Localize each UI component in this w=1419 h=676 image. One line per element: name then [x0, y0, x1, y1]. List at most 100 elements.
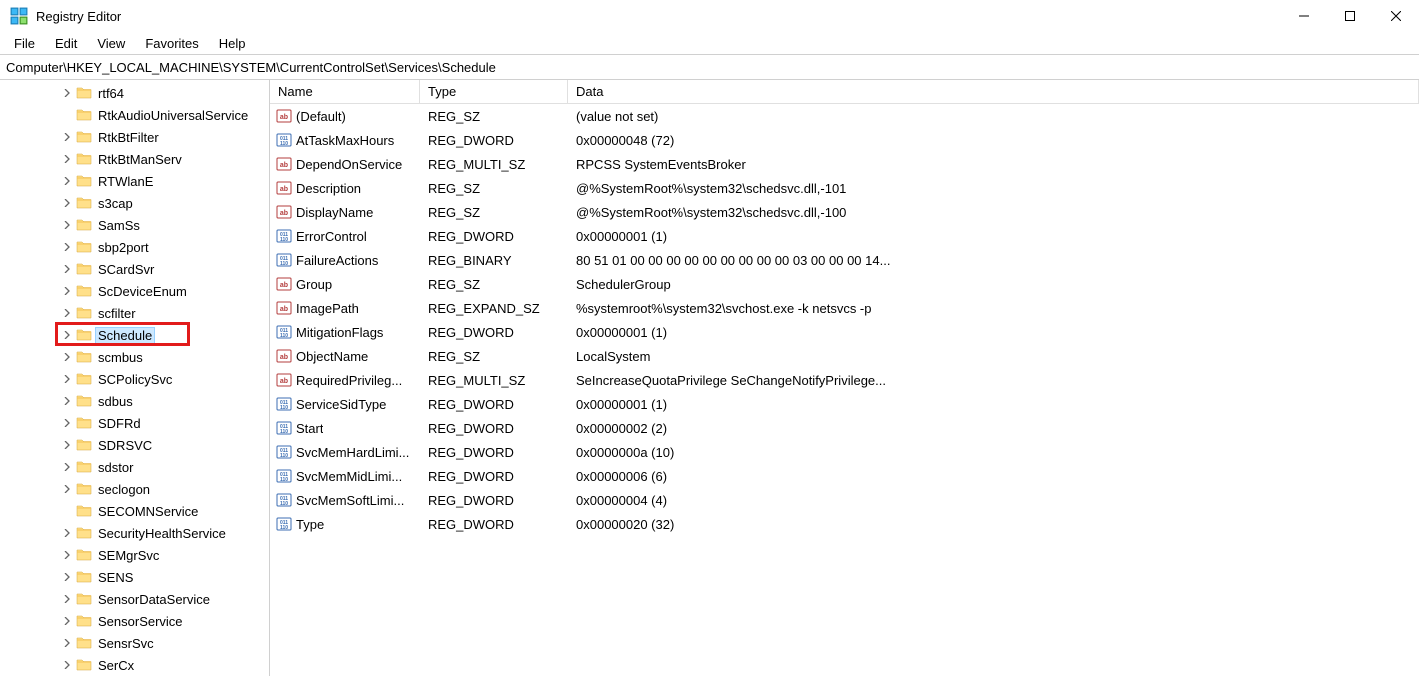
folder-icon — [76, 459, 92, 475]
value-row[interactable]: GroupREG_SZSchedulerGroup — [270, 272, 1419, 296]
tree-item[interactable]: SensrSvc — [0, 632, 269, 654]
expand-chevron-icon[interactable] — [60, 416, 74, 430]
expand-chevron-icon[interactable] — [60, 438, 74, 452]
tree-item[interactable]: scmbus — [0, 346, 269, 368]
value-row[interactable]: SvcMemSoftLimi...REG_DWORD0x00000004 (4) — [270, 488, 1419, 512]
column-type-header[interactable]: Type — [420, 80, 568, 103]
menu-file[interactable]: File — [4, 34, 45, 53]
tree-item-label: SECOMNService — [96, 504, 200, 519]
folder-icon — [76, 525, 92, 541]
minimize-button[interactable] — [1281, 0, 1327, 32]
value-row[interactable]: FailureActionsREG_BINARY80 51 01 00 00 0… — [270, 248, 1419, 272]
tree-item[interactable]: SensorDataService — [0, 588, 269, 610]
tree-item[interactable]: SecurityHealthService — [0, 522, 269, 544]
expand-chevron-icon[interactable] — [60, 636, 74, 650]
expand-chevron-icon[interactable] — [60, 394, 74, 408]
value-type: REG_SZ — [420, 205, 568, 220]
value-row[interactable]: StartREG_DWORD0x00000002 (2) — [270, 416, 1419, 440]
tree-item-label: RtkBtManServ — [96, 152, 184, 167]
tree-item[interactable]: RtkBtManServ — [0, 148, 269, 170]
expand-chevron-icon[interactable] — [60, 614, 74, 628]
expand-chevron-icon[interactable] — [60, 152, 74, 166]
tree-item[interactable]: SENS — [0, 566, 269, 588]
value-row[interactable]: ImagePathREG_EXPAND_SZ%systemroot%\syste… — [270, 296, 1419, 320]
tree-item[interactable]: SCardSvr — [0, 258, 269, 280]
value-row[interactable]: SvcMemHardLimi...REG_DWORD0x0000000a (10… — [270, 440, 1419, 464]
value-data: %systemroot%\system32\svchost.exe -k net… — [576, 301, 871, 316]
expand-chevron-icon[interactable] — [60, 548, 74, 562]
expand-chevron-icon[interactable] — [60, 526, 74, 540]
value-row[interactable]: DisplayNameREG_SZ@%SystemRoot%\system32\… — [270, 200, 1419, 224]
expand-chevron-icon[interactable] — [60, 592, 74, 606]
expand-chevron-icon[interactable] — [60, 218, 74, 232]
tree-item[interactable]: SDFRd — [0, 412, 269, 434]
column-data-header[interactable]: Data — [568, 80, 1419, 103]
value-data: 0x00000001 (1) — [576, 397, 667, 412]
expand-chevron-icon[interactable] — [60, 196, 74, 210]
value-type: REG_DWORD — [420, 469, 568, 484]
value-type: REG_SZ — [420, 349, 568, 364]
tree-panel[interactable]: rtf64RtkAudioUniversalServiceRtkBtFilter… — [0, 80, 270, 676]
tree-item[interactable]: SamSs — [0, 214, 269, 236]
tree-item[interactable]: RtkBtFilter — [0, 126, 269, 148]
expand-chevron-icon[interactable] — [60, 262, 74, 276]
values-panel[interactable]: Name Type Data (Default)REG_SZ(value not… — [270, 80, 1419, 676]
value-row[interactable]: RequiredPrivileg...REG_MULTI_SZSeIncreas… — [270, 368, 1419, 392]
expand-chevron-icon[interactable] — [60, 328, 74, 342]
menu-favorites[interactable]: Favorites — [135, 34, 208, 53]
tree-item[interactable]: SCPolicySvc — [0, 368, 269, 390]
expand-chevron-icon[interactable] — [60, 350, 74, 364]
tree-item[interactable]: SECOMNService — [0, 500, 269, 522]
close-button[interactable] — [1373, 0, 1419, 32]
value-row[interactable]: AtTaskMaxHoursREG_DWORD0x00000048 (72) — [270, 128, 1419, 152]
expand-chevron-icon[interactable] — [60, 86, 74, 100]
expand-chevron-icon[interactable] — [60, 460, 74, 474]
tree-item[interactable]: RtkAudioUniversalService — [0, 104, 269, 126]
address-input[interactable] — [4, 58, 1415, 77]
value-row[interactable]: (Default)REG_SZ(value not set) — [270, 104, 1419, 128]
value-row[interactable]: ObjectNameREG_SZLocalSystem — [270, 344, 1419, 368]
expand-chevron-icon[interactable] — [60, 372, 74, 386]
tree-item[interactable]: SensorService — [0, 610, 269, 632]
tree-item[interactable]: RTWlanE — [0, 170, 269, 192]
string-value-icon — [276, 276, 292, 292]
expand-chevron-icon[interactable] — [60, 658, 74, 672]
binary-value-icon — [276, 516, 292, 532]
tree-item[interactable]: sdbus — [0, 390, 269, 412]
tree-item-label: SamSs — [96, 218, 142, 233]
value-row[interactable]: ServiceSidTypeREG_DWORD0x00000001 (1) — [270, 392, 1419, 416]
menu-help[interactable]: Help — [209, 34, 256, 53]
tree-item[interactable]: SerCx — [0, 654, 269, 676]
expand-chevron-icon[interactable] — [60, 240, 74, 254]
tree-item[interactable]: SDRSVC — [0, 434, 269, 456]
value-row[interactable]: DescriptionREG_SZ@%SystemRoot%\system32\… — [270, 176, 1419, 200]
tree-item[interactable]: Schedule — [0, 324, 269, 346]
value-row[interactable]: DependOnServiceREG_MULTI_SZRPCSS SystemE… — [270, 152, 1419, 176]
tree-item[interactable]: ScDeviceEnum — [0, 280, 269, 302]
value-row[interactable]: MitigationFlagsREG_DWORD0x00000001 (1) — [270, 320, 1419, 344]
value-name: RequiredPrivileg... — [296, 373, 402, 388]
value-data: @%SystemRoot%\system32\schedsvc.dll,-101 — [576, 181, 846, 196]
expand-chevron-icon[interactable] — [60, 284, 74, 298]
menu-edit[interactable]: Edit — [45, 34, 87, 53]
value-row[interactable]: SvcMemMidLimi...REG_DWORD0x00000006 (6) — [270, 464, 1419, 488]
expand-chevron-icon[interactable] — [60, 482, 74, 496]
tree-item[interactable]: sdstor — [0, 456, 269, 478]
tree-item-label: SCardSvr — [96, 262, 156, 277]
expand-chevron-icon[interactable] — [60, 306, 74, 320]
column-name-header[interactable]: Name — [270, 80, 420, 103]
tree-item[interactable]: seclogon — [0, 478, 269, 500]
value-row[interactable]: TypeREG_DWORD0x00000020 (32) — [270, 512, 1419, 536]
tree-item[interactable]: scfilter — [0, 302, 269, 324]
tree-item[interactable]: rtf64 — [0, 82, 269, 104]
tree-item[interactable]: SEMgrSvc — [0, 544, 269, 566]
value-row[interactable]: ErrorControlREG_DWORD0x00000001 (1) — [270, 224, 1419, 248]
tree-item[interactable]: sbp2port — [0, 236, 269, 258]
maximize-button[interactable] — [1327, 0, 1373, 32]
expand-chevron-icon[interactable] — [60, 570, 74, 584]
menu-view[interactable]: View — [87, 34, 135, 53]
expand-chevron-icon[interactable] — [60, 130, 74, 144]
tree-item[interactable]: s3cap — [0, 192, 269, 214]
folder-icon — [76, 371, 92, 387]
expand-chevron-icon[interactable] — [60, 174, 74, 188]
